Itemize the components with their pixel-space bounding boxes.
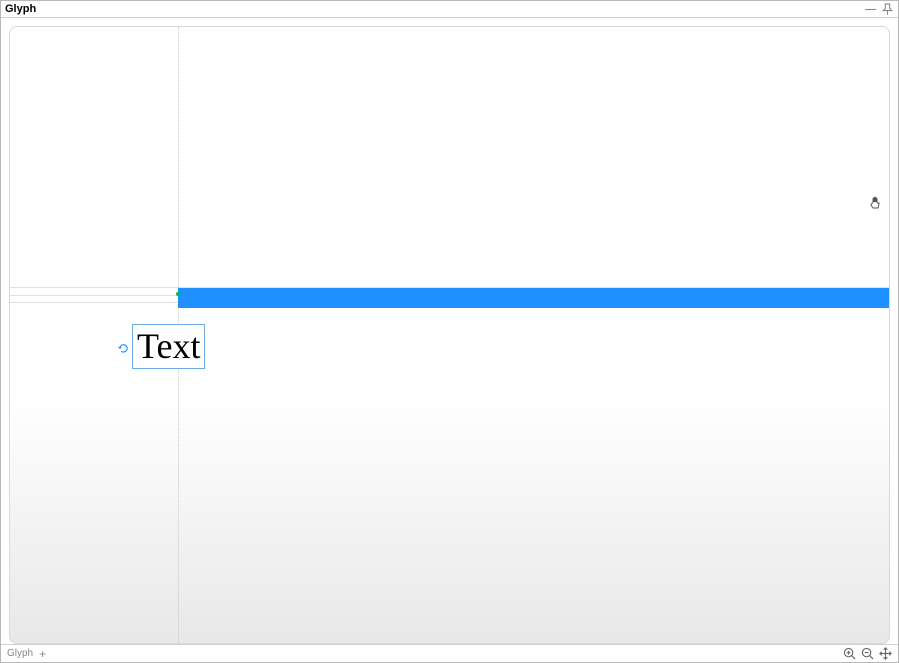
panel-title: Glyph — [5, 3, 36, 15]
text-annotation[interactable]: Text — [132, 324, 205, 369]
snap-point-icon — [176, 292, 180, 296]
rotate-handle-icon[interactable] — [118, 343, 129, 354]
glyph-canvas[interactable]: Text — [9, 26, 890, 644]
footer-tabs: Glyph + — [7, 647, 46, 661]
zoom-out-icon[interactable] — [860, 647, 874, 661]
hand-cursor-icon — [868, 195, 884, 211]
pan-icon[interactable] — [878, 647, 892, 661]
pin-icon[interactable] — [881, 3, 894, 16]
add-tab-button[interactable]: + — [39, 647, 46, 661]
header-actions — [864, 3, 894, 16]
zoom-in-icon[interactable] — [842, 647, 856, 661]
footer-zoom-controls — [842, 647, 892, 661]
text-content: Text — [137, 325, 200, 368]
glyph-tab[interactable]: Glyph — [7, 648, 33, 659]
panel-footer: Glyph + — [1, 644, 898, 662]
brush-stroke[interactable] — [178, 288, 889, 308]
panel-header: Glyph — [1, 1, 898, 18]
minimize-icon[interactable] — [864, 3, 877, 16]
